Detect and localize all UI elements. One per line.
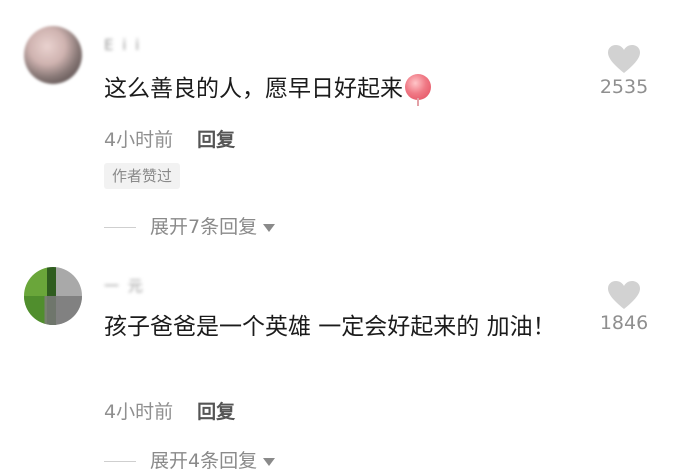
author-liked-badge: 作者赞过 — [104, 163, 181, 189]
lollipop-icon — [405, 74, 431, 106]
like-count: 2535 — [599, 76, 649, 98]
comment-text: 孩子爸爸是一个英雄 一定会好起来的 加油！ — [104, 314, 556, 340]
like-button[interactable]: 1846 — [584, 280, 664, 334]
reply-button[interactable]: 回复 — [197, 129, 235, 151]
reply-button[interactable]: 回复 — [197, 401, 235, 423]
username[interactable]: E i i — [104, 36, 141, 54]
expand-replies-button[interactable]: 展开4条回复 — [104, 446, 276, 473]
comment-meta: 4小时前 回复 — [104, 397, 235, 424]
comment-meta: 4小时前 回复 — [104, 125, 235, 152]
divider-dash — [104, 461, 136, 462]
expand-replies-label: 展开7条回复 — [150, 216, 258, 238]
avatar[interactable] — [24, 26, 82, 84]
heart-icon — [608, 281, 640, 309]
caret-down-icon — [263, 457, 276, 466]
comment-time: 4小时前 — [104, 129, 174, 151]
comment-text-content: 这么善良的人，愿早日好起来 — [104, 76, 403, 102]
caret-down-icon — [263, 223, 276, 232]
comment-time: 4小时前 — [104, 401, 174, 423]
comment-text: 这么善良的人，愿早日好起来 — [104, 68, 574, 110]
like-count: 1846 — [599, 312, 649, 334]
username[interactable]: 一 元 — [104, 275, 145, 296]
heart-icon — [608, 45, 640, 73]
expand-replies-button[interactable]: 展开7条回复 — [104, 212, 276, 239]
divider-dash — [104, 227, 136, 228]
like-button[interactable]: 2535 — [584, 44, 664, 98]
avatar[interactable] — [24, 267, 82, 325]
expand-replies-label: 展开4条回复 — [150, 450, 258, 472]
